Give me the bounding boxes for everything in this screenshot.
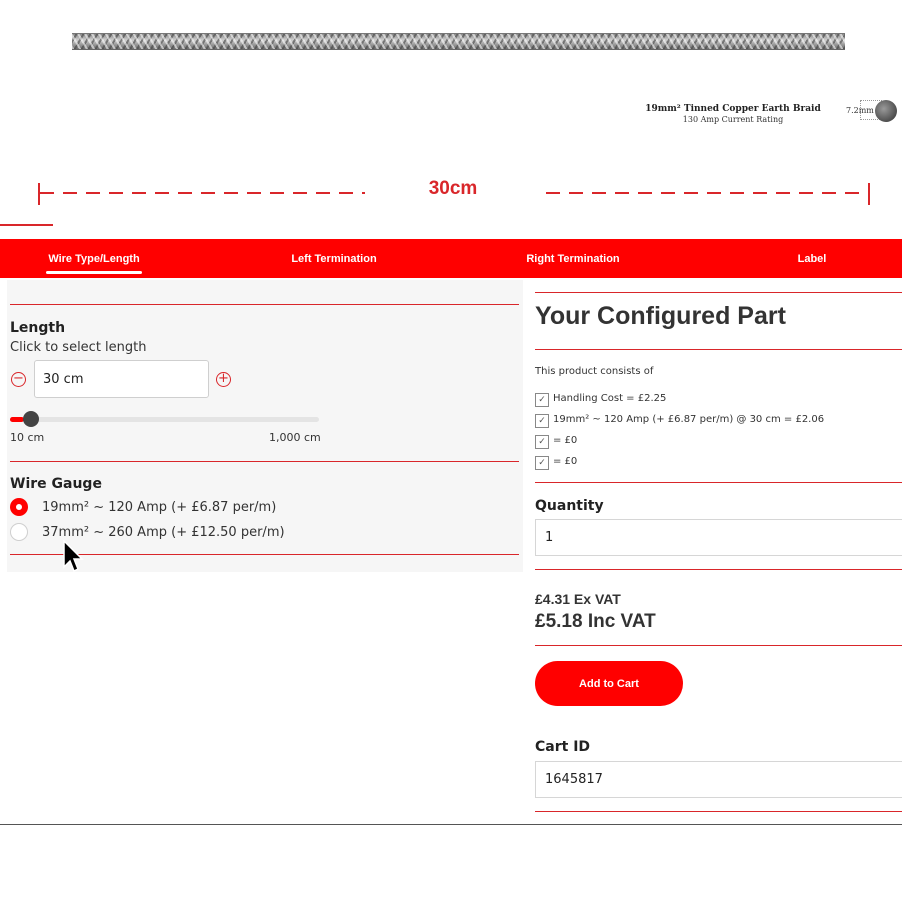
price-inc-vat: £5.18 Inc VAT (535, 611, 656, 632)
quantity-label: Quantity (535, 498, 604, 514)
divider (535, 292, 902, 293)
footer-divider (0, 824, 902, 825)
part-item: 19mm² ~ 120 Amp (+ £6.87 per/m) @ 30 cm … (553, 414, 825, 425)
part-item: = £0 (553, 435, 578, 446)
mouse-cursor-icon (63, 540, 84, 573)
slider-max-label: 1,000 cm (269, 431, 321, 444)
dimension-start-tick (38, 183, 40, 205)
divider (10, 461, 519, 462)
cart-id-input[interactable]: 1645817 (535, 761, 902, 798)
tab-wire-type-length[interactable]: Wire Type/Length (46, 239, 142, 278)
wire-gauge-radio-19mm[interactable] (10, 498, 28, 516)
add-to-cart-button[interactable]: Add to Cart (535, 661, 683, 706)
dimension-length-label: 30cm (428, 178, 478, 199)
length-subtext: Click to select length (10, 340, 147, 355)
divider (535, 349, 902, 350)
tab-right-termination[interactable]: Right Termination (523, 239, 623, 278)
configured-part-title: Your Configured Part (535, 302, 786, 330)
dimension-end-tick (868, 183, 870, 205)
quantity-input[interactable]: 1 (535, 519, 902, 556)
cart-id-label: Cart ID (535, 739, 591, 755)
length-heading: Length (10, 320, 66, 336)
slider-min-label: 10 cm (10, 431, 45, 444)
wire-gauge-option-label[interactable]: 19mm² ~ 120 Amp (+ £6.87 per/m) (42, 500, 276, 515)
tab-left-termination[interactable]: Left Termination (288, 239, 380, 278)
price-ex-vat: £4.31 Ex VAT (535, 591, 621, 607)
wire-gauge-radio-37mm[interactable] (10, 523, 28, 541)
accent-underline (0, 224, 53, 226)
product-name: 19mm² Tinned Copper Earth Braid (645, 104, 821, 114)
item-check-icon: ✓ (535, 393, 549, 407)
cross-section-icon (875, 100, 897, 122)
tab-label[interactable]: Label (796, 239, 828, 278)
minus-icon: − (13, 371, 24, 386)
dimension-line-left (40, 192, 365, 194)
product-rating: 130 Amp Current Rating (682, 115, 784, 124)
divider (535, 569, 902, 570)
config-tabs: Wire Type/Length Left Termination Right … (0, 239, 902, 278)
length-slider-fill (10, 417, 25, 422)
plus-icon: + (218, 371, 229, 386)
divider (10, 554, 519, 555)
divider (535, 645, 902, 646)
increment-length-button[interactable]: + (216, 372, 231, 387)
divider (535, 482, 902, 483)
item-check-icon: ✓ (535, 414, 549, 428)
length-input[interactable]: 30 cm (34, 360, 209, 398)
dimension-line-right (546, 192, 868, 194)
wire-gauge-option-label[interactable]: 37mm² ~ 260 Amp (+ £12.50 per/m) (42, 525, 285, 540)
item-check-icon: ✓ (535, 435, 549, 449)
braid-image (72, 33, 845, 50)
item-check-icon: ✓ (535, 456, 549, 470)
wire-gauge-heading: Wire Gauge (10, 476, 102, 492)
length-slider-track[interactable] (10, 417, 319, 422)
decrement-length-button[interactable]: − (11, 372, 26, 387)
divider (10, 304, 519, 305)
part-item: = £0 (553, 456, 578, 467)
divider (535, 811, 902, 812)
diameter-label: 7.2mm (846, 106, 874, 115)
product-caption: 19mm² Tinned Copper Earth Braid 130 Amp … (640, 104, 826, 124)
consists-of-label: This product consists of (535, 366, 654, 377)
part-item: Handling Cost = £2.25 (553, 393, 667, 404)
